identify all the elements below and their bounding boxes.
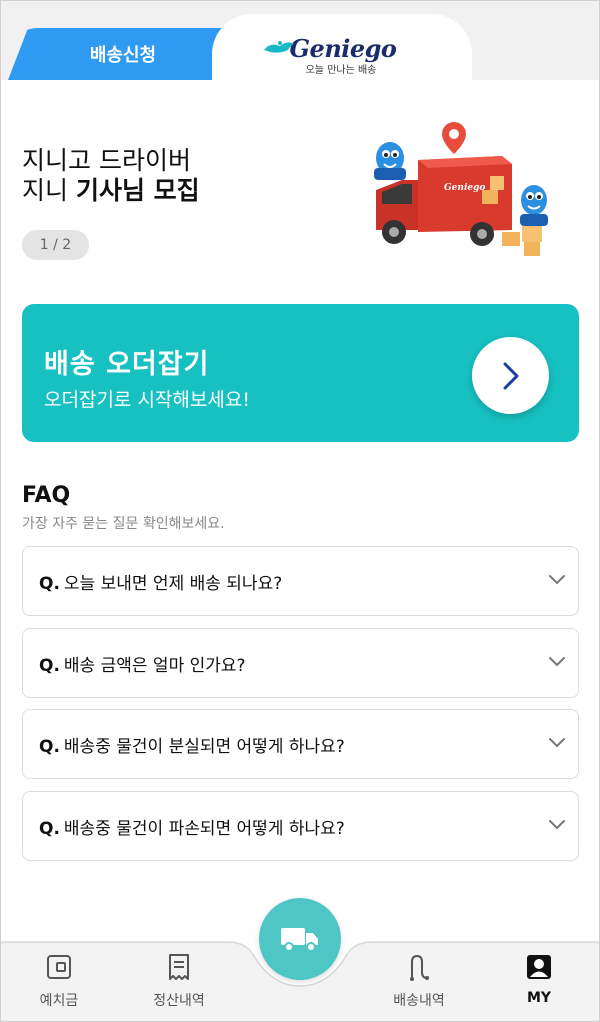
user-profile-icon bbox=[527, 955, 551, 979]
order-card-arrow-button[interactable] bbox=[472, 337, 549, 414]
chevron-right-icon bbox=[503, 362, 518, 389]
chevron-down-icon[interactable] bbox=[548, 656, 566, 668]
delivery-truck-illustration: Geniego bbox=[374, 122, 548, 256]
center-delivery-button[interactable] bbox=[259, 898, 341, 980]
geniego-logo: Geniego 오늘 만나는 배송 bbox=[262, 34, 402, 76]
nav-settlement-label: 정산내역 bbox=[153, 993, 205, 1009]
banner-title[interactable]: 지니고 드라이버 지니 기사님 모집 bbox=[22, 146, 200, 206]
banner-title-line2-bold: 기사님 모집 bbox=[75, 176, 200, 205]
faq-item[interactable]: Q. 오늘 보내면 언제 배송 되나요? bbox=[22, 546, 579, 616]
faq-question-text: 배송중 물건이 분실되면 어떻게 하나요? bbox=[63, 736, 345, 757]
order-catch-card[interactable]: 배송 오더잡기 오더잡기로 시작해보세요! bbox=[22, 304, 579, 442]
chevron-down-icon[interactable] bbox=[548, 819, 566, 831]
faq-question-text: 오늘 보내면 언제 배송 되나요? bbox=[63, 573, 283, 594]
route-icon bbox=[410, 954, 429, 981]
nav-my[interactable]: MY bbox=[489, 952, 589, 1006]
faq-item[interactable]: Q. 배송 금액은 얼마 인가요? bbox=[22, 628, 579, 698]
tab-delivery-request-label: 배송신청 bbox=[89, 45, 157, 66]
faq-prefix: Q. bbox=[39, 655, 60, 676]
faq-item[interactable]: Q. 배송중 물건이 파손되면 어떻게 하나요? bbox=[22, 791, 579, 861]
truck-logo-text: Geniego bbox=[444, 183, 485, 193]
wallet-icon bbox=[47, 955, 71, 979]
faq-question: Q. 배송중 물건이 파손되면 어떻게 하나요? bbox=[39, 814, 345, 839]
faq-title: FAQ bbox=[22, 483, 71, 508]
faq-question: Q. 오늘 보내면 언제 배송 되나요? bbox=[39, 569, 282, 594]
logo-subtitle: 오늘 만나는 배송 bbox=[305, 65, 377, 76]
header: 배송신청 Geniego 오늘 만나는 배송 bbox=[0, 0, 600, 80]
banner-title-line2: 지니 기사님 모집 bbox=[22, 176, 200, 206]
faq-prefix: Q. bbox=[39, 736, 60, 757]
receipt-icon bbox=[169, 954, 189, 980]
banner-title-line2-plain: 지니 bbox=[22, 176, 69, 205]
faq-question: Q. 배송중 물건이 분실되면 어떻게 하나요? bbox=[39, 732, 345, 757]
faq-prefix: Q. bbox=[39, 573, 60, 594]
truck-icon bbox=[281, 928, 318, 952]
nav-my-label: MY bbox=[526, 990, 552, 1006]
genie-lamp-icon bbox=[264, 41, 294, 53]
faq-subtitle: 가장 자주 묻는 질문 확인해보세요. bbox=[22, 516, 225, 532]
faq-question-text: 배송 금액은 얼마 인가요? bbox=[63, 655, 246, 676]
faq-item[interactable]: Q. 배송중 물건이 분실되면 어떻게 하나요? bbox=[22, 709, 579, 779]
nav-delivery-history-label: 배송내역 bbox=[393, 993, 445, 1009]
logo-name: Geniego bbox=[289, 34, 397, 63]
nav-settlement[interactable]: 정산내역 bbox=[129, 952, 229, 1010]
chevron-down-icon[interactable] bbox=[548, 737, 566, 749]
nav-deposit-label: 예치금 bbox=[39, 993, 79, 1009]
nav-delivery-history[interactable]: 배송내역 bbox=[369, 952, 469, 1010]
faq-prefix: Q. bbox=[39, 818, 60, 839]
faq-question: Q. 배송 금액은 얼마 인가요? bbox=[39, 651, 246, 676]
banner-title-line1: 지니고 드라이버 bbox=[22, 146, 191, 175]
nav-deposit[interactable]: 예치금 bbox=[9, 952, 109, 1010]
chevron-down-icon[interactable] bbox=[548, 574, 566, 586]
banner-pager: 1 / 2 bbox=[22, 230, 89, 260]
faq-question-text: 배송중 물건이 파손되면 어떻게 하나요? bbox=[63, 818, 345, 839]
